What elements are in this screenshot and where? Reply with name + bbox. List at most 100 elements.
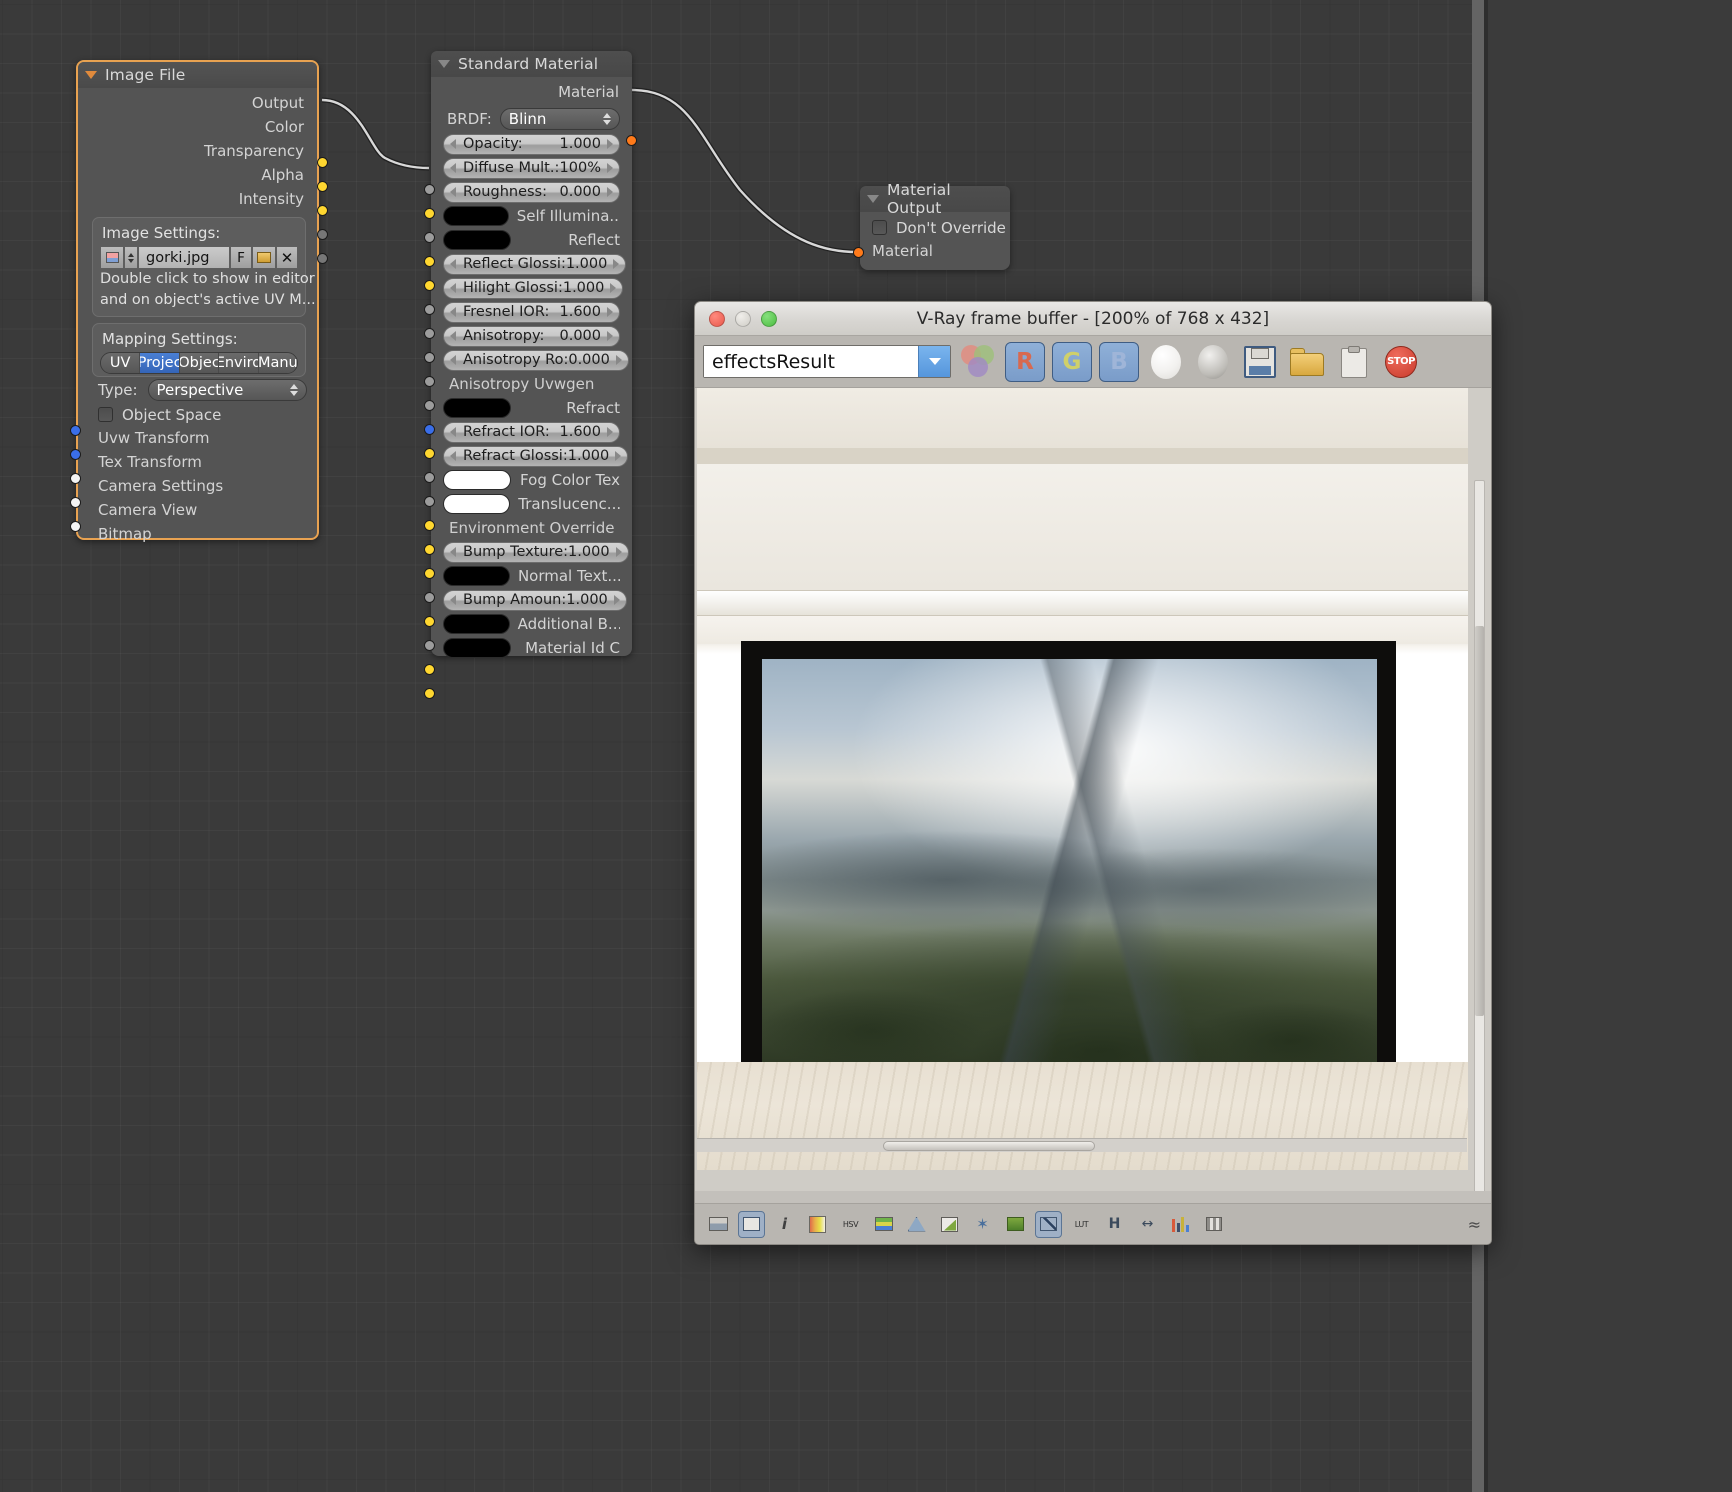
object-space-row[interactable]: Object Space (78, 403, 317, 426)
socket-input-environment-override[interactable] (424, 568, 435, 579)
socket-input-fog-color-tex[interactable] (424, 520, 435, 531)
material-property-row[interactable]: Anisotropy Uvwgen (431, 372, 632, 396)
material-property-row[interactable]: Self Illumina... (431, 204, 632, 228)
socket-input-opacity[interactable] (424, 184, 435, 195)
chevron-right-icon[interactable] (607, 163, 613, 173)
slider-opacity[interactable]: Opacity: 1.000 (443, 133, 620, 155)
socket-input-anisotropy-uvwgen[interactable] (424, 424, 435, 435)
output-socket-row[interactable]: Output (78, 91, 317, 115)
projection-type-dropdown[interactable]: Perspective (147, 379, 307, 401)
slider-diffuse-mult[interactable]: Diffuse Mult.: 100% (443, 157, 620, 179)
slider-roughness[interactable]: Roughness: 0.000 (443, 181, 620, 203)
exposure-button[interactable] (1002, 1211, 1029, 1238)
render-channel-value[interactable]: effectsResult (704, 346, 918, 377)
slider-bump-amoun[interactable]: Bump Amoun: 1.000 (443, 589, 627, 611)
socket-input-anisotropy[interactable] (424, 376, 435, 387)
srgb-button[interactable] (1035, 1210, 1062, 1238)
color-swatch[interactable] (443, 614, 510, 634)
mapping-enum-object[interactable]: Objec (179, 353, 220, 373)
mapping-enum-uv[interactable]: UV (101, 353, 141, 373)
color-swatch[interactable] (443, 638, 511, 658)
input-socket-row[interactable]: Camera Settings (78, 474, 317, 498)
white-balance-button[interactable]: ✶ (969, 1211, 996, 1238)
render-channel-combo[interactable]: effectsResult (703, 345, 951, 378)
socket-input-bitmap[interactable] (70, 521, 81, 532)
material-property-row[interactable]: Refract Glossi: 1.000 (431, 444, 632, 468)
socket-output-intensity[interactable] (317, 253, 328, 264)
socket-input-roughness[interactable] (424, 232, 435, 243)
output-socket-row[interactable]: Transparency (78, 139, 317, 163)
node-image-file-header[interactable]: Image File (78, 62, 317, 88)
vertical-scrollbar-thumb[interactable] (1475, 626, 1484, 1016)
color-swatch[interactable] (443, 470, 511, 490)
slider-hilight-glossi[interactable]: Hilight Glossi: 1.000 (443, 277, 624, 299)
material-property-row[interactable]: Reflect (431, 228, 632, 252)
hsv-exponential-button[interactable]: HSV (837, 1211, 864, 1238)
slider-anisotropy[interactable]: Anisotropy: 0.000 (443, 325, 620, 347)
node-material-output-header[interactable]: Material Output (860, 181, 1010, 217)
input-socket-row[interactable]: Bitmap (78, 522, 317, 546)
material-property-row[interactable]: Refract IOR: 1.600 (431, 420, 632, 444)
output-socket-row[interactable]: Alpha (78, 163, 317, 187)
dont-override-row[interactable]: Don't Override (860, 216, 1010, 239)
node-standard-material-header[interactable]: Standard Material (431, 51, 632, 77)
collapse-triangle-icon[interactable] (867, 195, 879, 203)
socket-input-camera-view[interactable] (70, 497, 81, 508)
image-folder-icon[interactable] (252, 246, 276, 269)
chevron-right-icon[interactable] (613, 595, 620, 605)
material-property-row[interactable]: Opacity: 1.000 (431, 132, 632, 156)
chevron-right-icon[interactable] (607, 307, 613, 317)
material-property-row[interactable]: Reflect Glossi: 1.000 (431, 252, 632, 276)
material-property-row[interactable]: Hilight Glossi: 1.000 (431, 276, 632, 300)
socket-input-reflect[interactable] (424, 280, 435, 291)
rgb-color-button[interactable] (958, 342, 998, 382)
slider-reflect-glossi[interactable]: Reflect Glossi: 1.000 (443, 253, 627, 275)
horizontal-scrollbar[interactable] (697, 1138, 1467, 1152)
socket-input-refract[interactable] (424, 448, 435, 459)
green-channel-button[interactable]: G (1052, 341, 1092, 382)
material-property-row[interactable]: Bump Amoun: 1.000 (431, 588, 632, 612)
socket-output-output[interactable] (317, 157, 328, 168)
color-swatch[interactable] (443, 230, 511, 250)
socket-input-hilight-glossi[interactable] (424, 328, 435, 339)
object-space-checkbox[interactable] (98, 407, 113, 422)
socket-input-camera-settings[interactable] (70, 473, 81, 484)
histogram-button[interactable] (1167, 1211, 1194, 1238)
stop-render-button[interactable]: STOP (1381, 342, 1421, 382)
image-file-row[interactable]: gorki.jpg F ✕ (100, 246, 298, 269)
chevron-right-icon[interactable] (607, 139, 613, 149)
horizontal-scrollbar-thumb[interactable] (883, 1141, 1095, 1151)
socket-input-refract-ior[interactable] (424, 472, 435, 483)
vfb-bottom-toolbar[interactable]: i HSV ✶ LUT H ↔ ≈ (695, 1203, 1491, 1244)
socket-input-translucenc[interactable] (424, 544, 435, 555)
socket-output-alpha[interactable] (317, 229, 328, 240)
copy-clipboard-button[interactable] (1334, 342, 1374, 382)
chevron-right-icon[interactable] (615, 451, 622, 461)
info-button[interactable]: i (771, 1211, 798, 1238)
image-updown-icon[interactable] (124, 246, 138, 269)
material-property-row[interactable]: Anisotropy Ro: 0.000 (431, 348, 632, 372)
collapse-triangle-icon[interactable] (438, 60, 450, 68)
ocio-button[interactable]: LUT (1068, 1211, 1095, 1238)
input-socket-row[interactable]: Tex Transform (78, 450, 317, 474)
chevron-right-icon[interactable] (607, 427, 613, 437)
pixel-aspect-button[interactable] (738, 1210, 765, 1238)
socket-input-reflect-glossi[interactable] (424, 304, 435, 315)
color-swatch[interactable] (443, 494, 511, 514)
material-property-row[interactable]: Environment Override (431, 516, 632, 540)
vfb-title-bar[interactable]: V-Ray frame buffer - [200% of 768 x 432] (695, 302, 1491, 336)
node-standard-material[interactable]: Standard Material Material BRDF: Blinn O… (424, 51, 637, 699)
socket-input-refract-glossi[interactable] (424, 496, 435, 507)
color-swatch[interactable] (443, 206, 509, 226)
socket-input-material[interactable] (853, 247, 864, 258)
chevron-down-icon[interactable] (918, 346, 950, 377)
save-image-button[interactable] (1240, 342, 1280, 382)
material-output-row[interactable]: Material (431, 79, 632, 105)
chevron-right-icon[interactable] (607, 187, 613, 197)
vray-frame-buffer-window[interactable]: V-Ray frame buffer - [200% of 768 x 432]… (694, 301, 1492, 1245)
curve-button[interactable] (903, 1211, 930, 1238)
output-socket-row[interactable]: Intensity (78, 187, 317, 211)
levels-button[interactable] (936, 1211, 963, 1238)
stereo-shift-button[interactable]: ↔ (1134, 1211, 1161, 1238)
socket-input-self-illumina[interactable] (424, 256, 435, 267)
